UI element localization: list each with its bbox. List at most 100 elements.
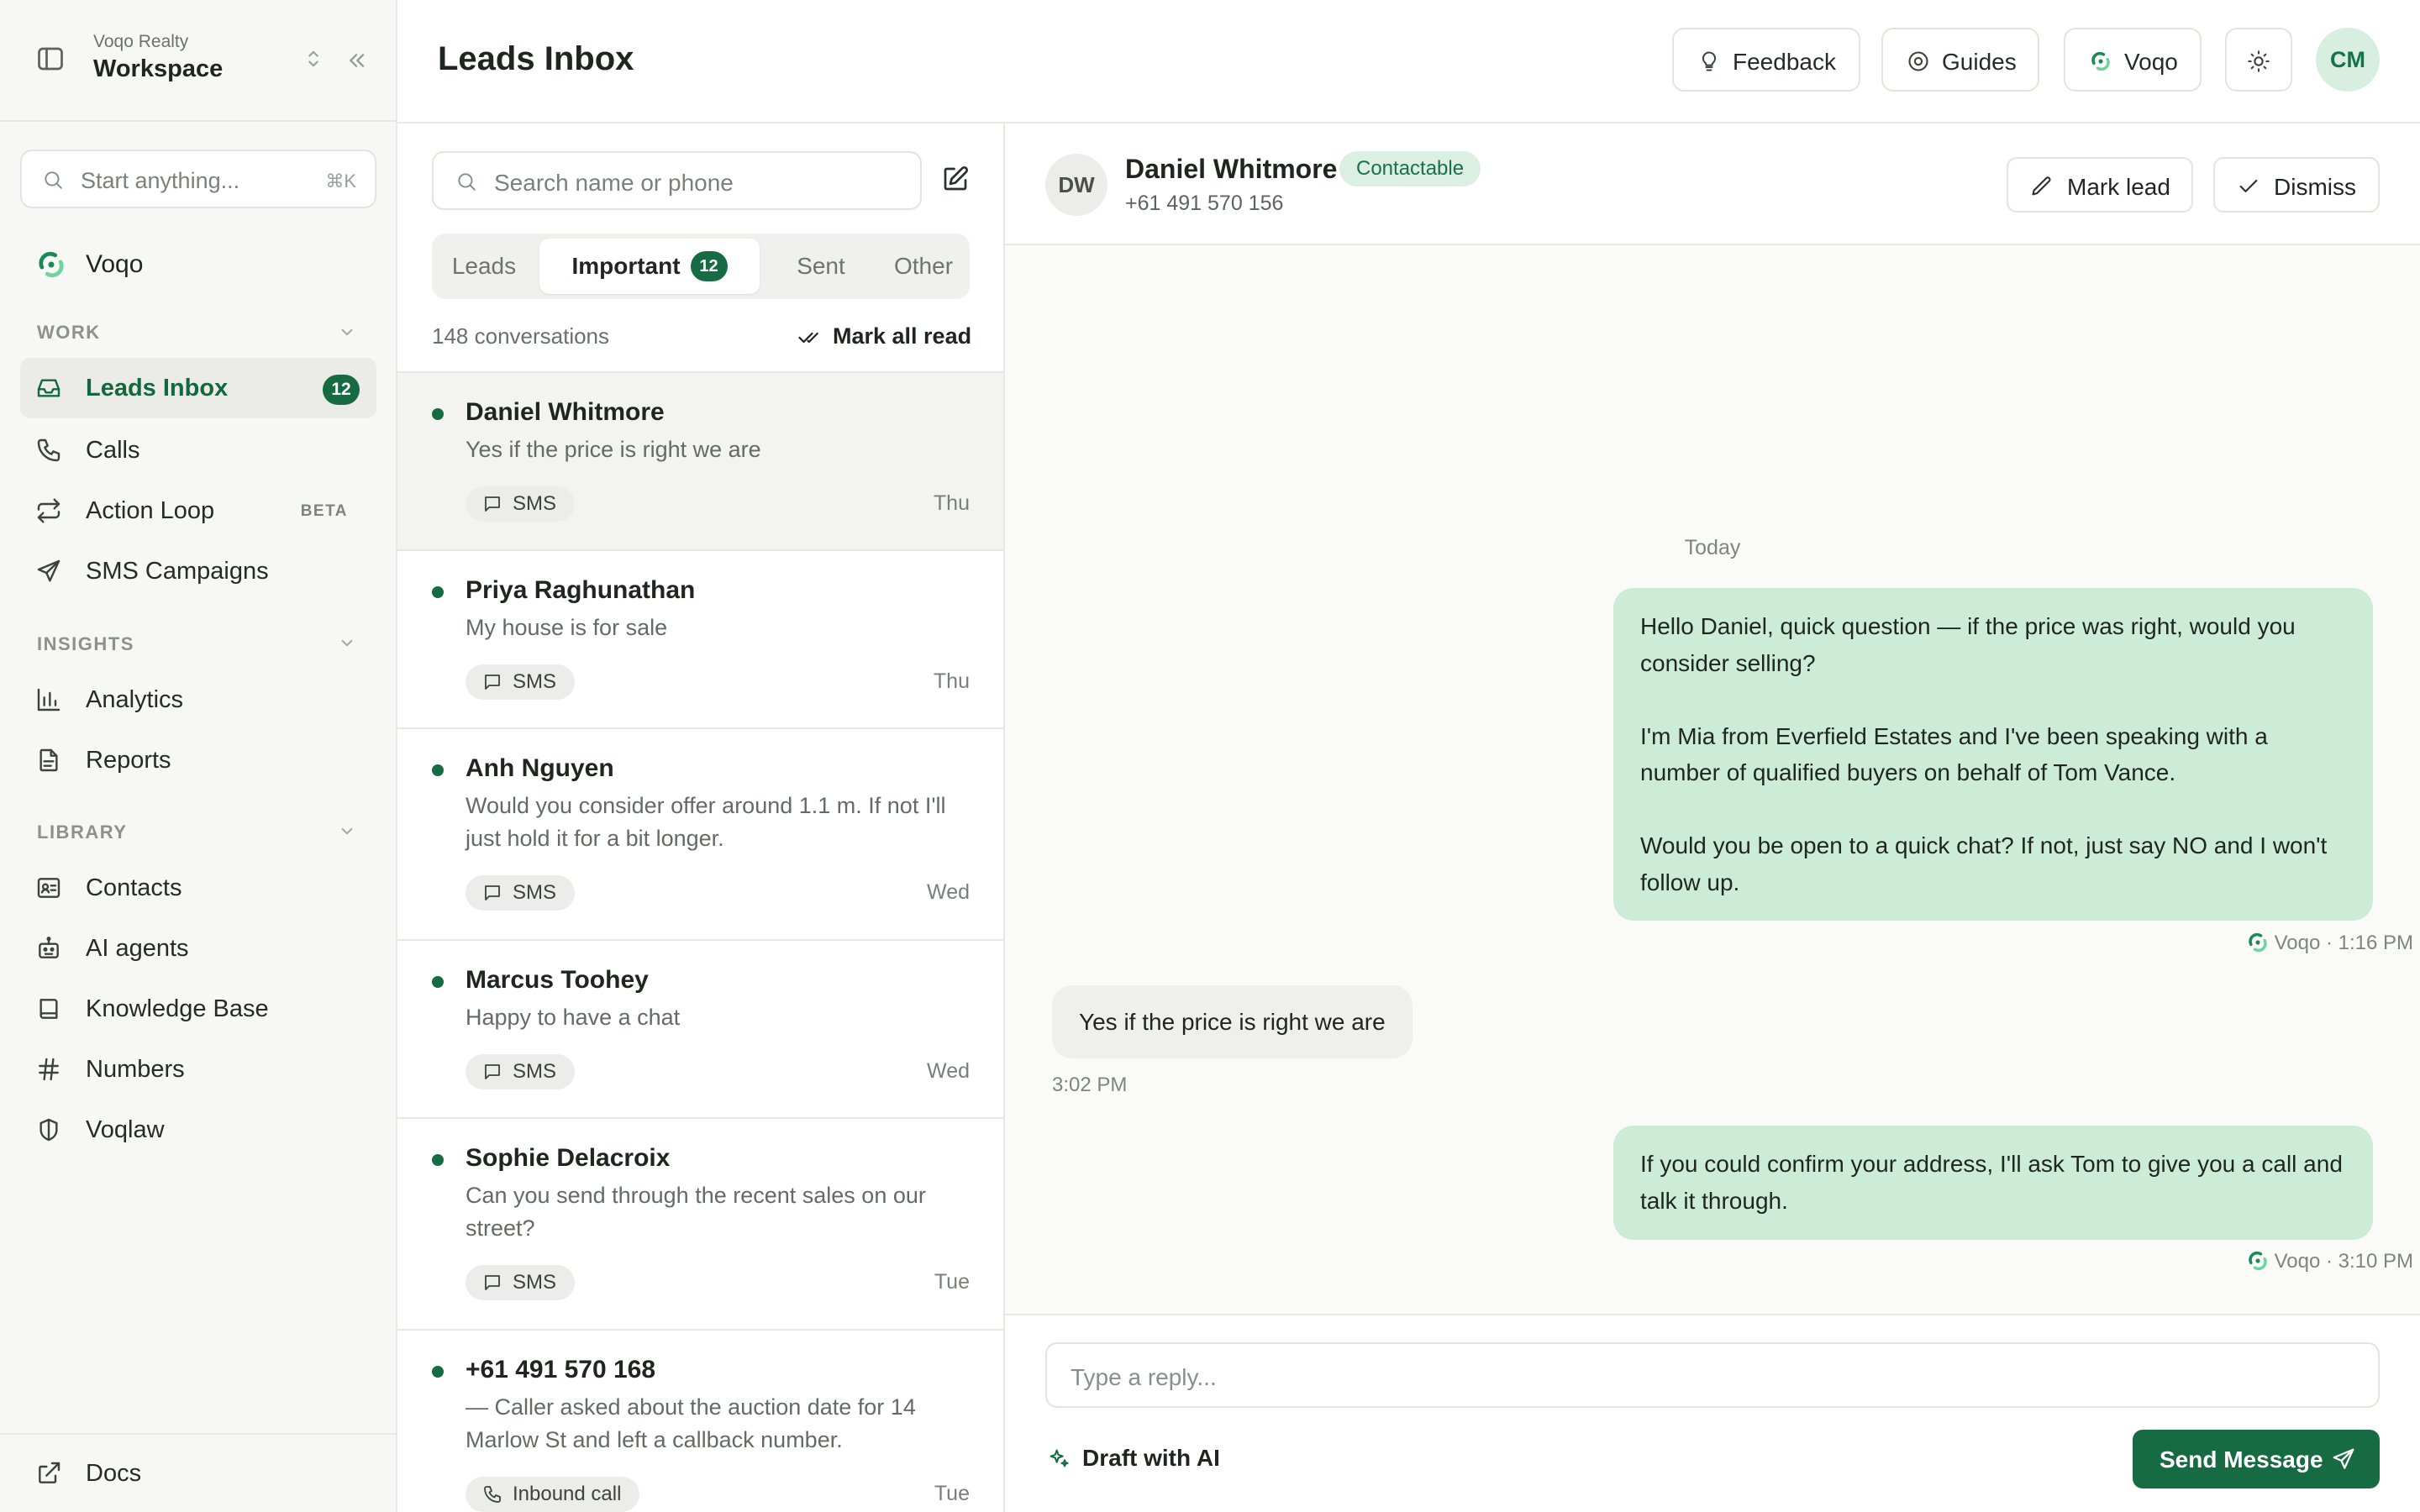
- double-check-icon: [797, 325, 823, 350]
- chevron-down-icon[interactable]: [336, 632, 358, 654]
- page-title: Leads Inbox: [438, 40, 634, 77]
- conversation-time: Wed: [927, 880, 970, 904]
- conversation-name: Priya Raghunathan: [466, 576, 696, 604]
- inbox-tabs: Leads Important 12 Sent Other: [432, 234, 970, 299]
- sidebar-item-calls[interactable]: Calls: [20, 420, 376, 480]
- unread-dot: [432, 764, 444, 776]
- chevron-down-icon[interactable]: [336, 820, 358, 842]
- sidebar-item-docs[interactable]: Docs: [20, 1443, 376, 1504]
- status-badge: Contactable: [1339, 151, 1481, 186]
- unread-dot: [432, 976, 444, 988]
- beta-tag: BETA: [300, 502, 348, 520]
- robot-icon: [35, 935, 62, 962]
- conversation-row[interactable]: Marcus Toohey Happy to have a chat SMS W…: [397, 939, 1003, 1117]
- important-count-badge: 12: [690, 250, 728, 281]
- sidebar-item-contacts[interactable]: Contacts: [20, 858, 376, 918]
- channel-tag: SMS: [466, 875, 576, 911]
- conversation-time: Thu: [933, 491, 970, 515]
- chat-pane: DW Daniel Whitmore Contactable +61 491 5…: [1005, 123, 2420, 1512]
- sidebar-footer: Docs: [0, 1433, 396, 1512]
- send-message-button[interactable]: Send Message: [2133, 1430, 2380, 1488]
- unread-dot: [432, 408, 444, 420]
- conversation-preview: Would you consider offer around 1.1 m. I…: [466, 793, 946, 851]
- search-icon: [42, 169, 64, 191]
- sidebar-item-numbers[interactable]: Numbers: [20, 1039, 376, 1100]
- channel-tag: Inbound call: [466, 1477, 640, 1512]
- mark-lead-button[interactable]: Mark lead: [2007, 157, 2193, 213]
- dismiss-label: Dismiss: [2274, 174, 2356, 200]
- sidebar-item-ai-agents[interactable]: AI agents: [20, 918, 376, 979]
- conversation-row[interactable]: Sophie Delacroix Can you send through th…: [397, 1117, 1003, 1329]
- conversation-time: Tue: [934, 1270, 970, 1294]
- external-link-icon: [35, 1460, 62, 1487]
- conversation-preview: Yes if the price is right we are: [466, 437, 761, 462]
- conversation-row[interactable]: Daniel Whitmore Yes if the price is righ…: [397, 371, 1003, 549]
- unread-dot: [432, 586, 444, 598]
- tab-important-label: Important: [571, 253, 681, 279]
- tab-other[interactable]: Other: [877, 239, 970, 294]
- theme-toggle-button[interactable]: [2225, 28, 2292, 92]
- reply-input[interactable]: Type a reply...: [1045, 1342, 2380, 1408]
- sidebar-item-leads-inbox[interactable]: Leads Inbox 12: [20, 358, 376, 418]
- message-incoming: Yes if the price is right we are: [1052, 985, 1413, 1058]
- sidebar-item-label: Knowledge Base: [86, 995, 269, 1022]
- collapse-sidebar-icon[interactable]: [343, 47, 370, 74]
- lightbulb-icon: [1697, 50, 1721, 73]
- phone-icon: [35, 437, 62, 464]
- channel-tag: SMS: [466, 664, 576, 700]
- reply-placeholder: Type a reply...: [1071, 1364, 1217, 1390]
- sidebar-item-knowledge-base[interactable]: Knowledge Base: [20, 979, 376, 1039]
- compose-icon[interactable]: [940, 164, 971, 194]
- sidebar-item-label: Voqlaw: [86, 1116, 165, 1143]
- pencil-icon: [2030, 175, 2054, 198]
- tab-important[interactable]: Important 12: [539, 239, 760, 294]
- workspace-header: Voqo Realty Workspace: [0, 0, 396, 122]
- sidebar-item-analytics[interactable]: Analytics: [20, 669, 376, 730]
- chevron-down-icon[interactable]: [336, 321, 358, 343]
- section-title-library: LIBRARY: [37, 822, 128, 843]
- search-icon: [455, 171, 477, 192]
- workspace-switcher[interactable]: Workspace: [93, 55, 223, 83]
- brand-label: Voqo: [86, 250, 144, 278]
- sidebar-item-action-loop[interactable]: Action Loop BETA: [20, 480, 376, 541]
- conversation-time: Tue: [934, 1482, 970, 1505]
- conversation-row[interactable]: Anh Nguyen Would you consider offer arou…: [397, 727, 1003, 939]
- sidebar-item-label: Calls: [86, 437, 140, 464]
- conversation-name: Sophie Delacroix: [466, 1144, 671, 1172]
- voqo-logo-icon: [2246, 1249, 2270, 1273]
- sidebar-item-reports[interactable]: Reports: [20, 730, 376, 790]
- channel-tag: SMS: [466, 486, 576, 522]
- sidebar-search-input[interactable]: Start anything... ⌘K: [20, 150, 376, 208]
- conversation-search-input[interactable]: Search name or phone: [432, 151, 922, 210]
- feedback-button[interactable]: Feedback: [1672, 28, 1860, 92]
- message-square-icon: [482, 1273, 502, 1293]
- conversation-row[interactable]: +61 491 570 168 — Caller asked about the…: [397, 1329, 1003, 1512]
- conversation-name: +61 491 570 168: [466, 1356, 656, 1383]
- contact-name: Daniel Whitmore: [1125, 154, 1338, 184]
- voqo-button[interactable]: Voqo: [2064, 28, 2202, 92]
- compass-icon: [1907, 50, 1930, 73]
- dismiss-button[interactable]: Dismiss: [2213, 157, 2380, 213]
- bar-chart-icon: [35, 686, 62, 713]
- phone-icon: [482, 1484, 502, 1504]
- check-icon: [2237, 175, 2260, 198]
- sidebar-item-voqlaw[interactable]: Voqlaw: [20, 1100, 376, 1160]
- chat-header: DW Daniel Whitmore Contactable +61 491 5…: [1005, 123, 2420, 245]
- guides-button[interactable]: Guides: [1881, 28, 2039, 92]
- sidebar-item-sms-campaigns[interactable]: SMS Campaigns: [20, 541, 376, 601]
- tab-leads[interactable]: Leads: [432, 239, 536, 294]
- message-composer: Type a reply... Draft with AI Send Messa…: [1005, 1314, 2420, 1512]
- shield-icon: [35, 1116, 62, 1143]
- user-avatar[interactable]: CM: [2316, 28, 2380, 92]
- conversation-row[interactable]: Priya Raghunathan My house is for sale S…: [397, 549, 1003, 727]
- message-meta: Voqo · 1:16 PM: [2246, 932, 2413, 956]
- sidebar-item-label: AI agents: [86, 935, 189, 962]
- feedback-label: Feedback: [1733, 49, 1836, 75]
- sidebar-panel-icon[interactable]: [35, 44, 66, 74]
- chevron-up-down-icon[interactable]: [302, 47, 325, 71]
- sidebar-item-label: Reports: [86, 747, 171, 774]
- tab-sent[interactable]: Sent: [765, 239, 877, 294]
- sidebar: Voqo Realty Workspace Start anything... …: [0, 0, 397, 1512]
- message-square-icon: [482, 494, 502, 514]
- conversation-list: Search name or phone Leads Important 12 S…: [397, 123, 1005, 1512]
